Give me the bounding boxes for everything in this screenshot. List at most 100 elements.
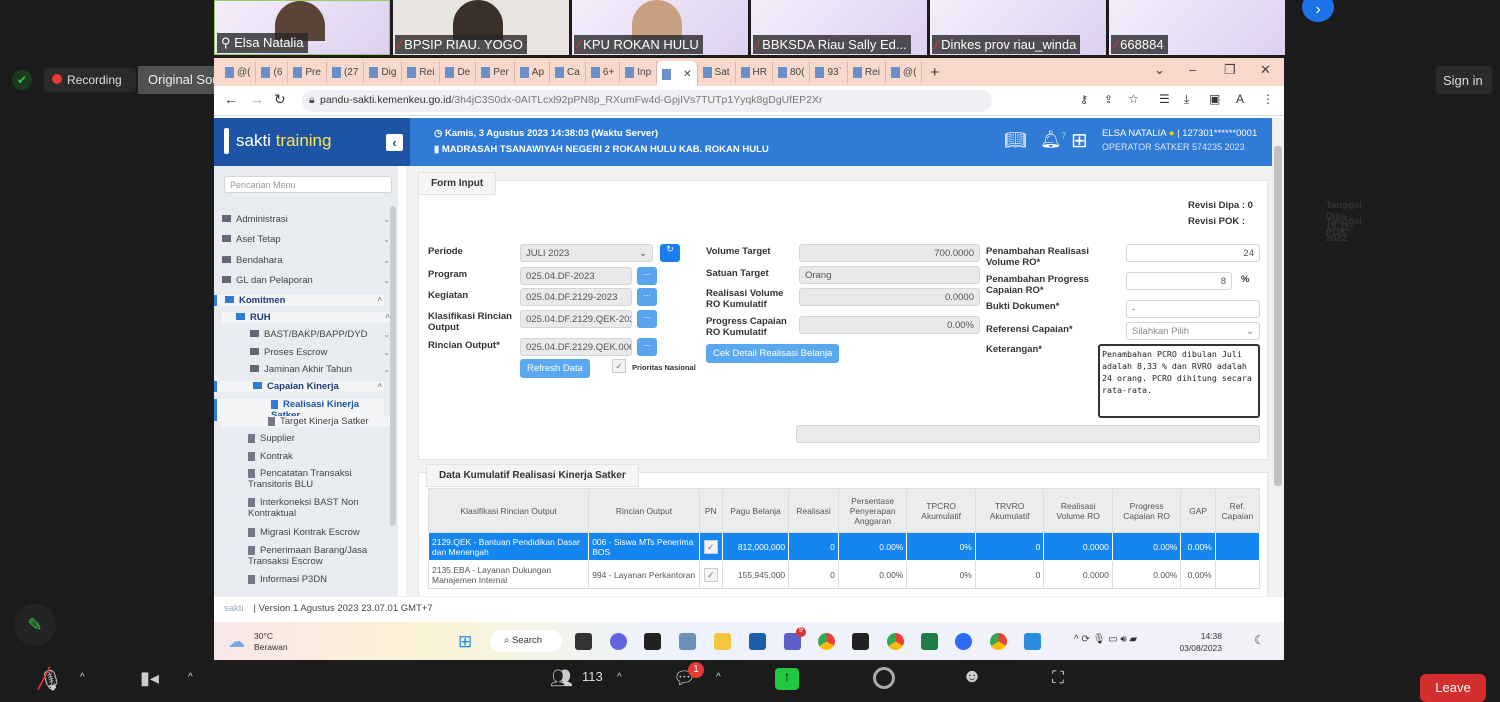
- participant-tile[interactable]: ⁄ BPSIP RIAU. YOGO: [393, 0, 569, 55]
- column-header[interactable]: Progress Capaian RO: [1111, 488, 1182, 533]
- chrome-icon[interactable]: [818, 633, 835, 650]
- back-icon[interactable]: ←: [224, 91, 238, 107]
- browser-tab[interactable]: 6+: [586, 61, 621, 83]
- user-info[interactable]: ELSA NATALIA ● | 127301******0001 OPERATO…: [1102, 128, 1257, 155]
- clock[interactable]: 14:38 03/08/2023: [1172, 630, 1222, 654]
- url-input[interactable]: 🔒︎ pandu-sakti.kemenkeu.go.id/3h4jC3S0dx-…: [302, 90, 992, 112]
- video-options-chevron-icon[interactable]: ^: [188, 672, 193, 683]
- leave-button[interactable]: Leave: [1420, 674, 1486, 702]
- column-header[interactable]: TRVRO Akumulatif: [974, 488, 1045, 533]
- program-lookup-button[interactable]: ...: [637, 267, 657, 285]
- sidebar-item[interactable]: Target Kinerja Satker: [222, 416, 392, 427]
- store-icon[interactable]: [749, 633, 766, 650]
- ro-field[interactable]: 025.04.DF.2129.QEK.006: [520, 338, 632, 356]
- tab-active[interactable]: ✕: [657, 61, 698, 87]
- prioritas-checkbox[interactable]: ✓: [612, 359, 626, 373]
- ro-lookup-button[interactable]: ...: [637, 338, 657, 356]
- column-header[interactable]: PN: [698, 488, 723, 533]
- sidebar-item[interactable]: Administrasi ⌄: [222, 214, 392, 225]
- forward-icon[interactable]: →: [250, 91, 264, 107]
- sidebar-item[interactable]: Jaminan Akhir Tahun ⌄: [222, 364, 392, 375]
- excel-icon[interactable]: [921, 633, 938, 650]
- record-icon[interactable]: [873, 667, 895, 689]
- browser-tab[interactable]: Per: [476, 61, 515, 83]
- page-scrollbar[interactable]: [1272, 118, 1284, 596]
- chat-chevron-icon[interactable]: ^: [716, 672, 721, 683]
- dropbox-icon[interactable]: [644, 633, 661, 650]
- book-icon[interactable]: 📖︎: [1004, 130, 1027, 151]
- recording-indicator[interactable]: Recording: [44, 68, 136, 92]
- browser-tab[interactable]: Dig: [364, 61, 403, 83]
- sidebar-item[interactable]: Migrasi Kontrak Escrow: [222, 527, 392, 538]
- weather-widget[interactable]: 30°C Berawan: [254, 631, 288, 653]
- browser-tab[interactable]: 93`: [810, 61, 848, 83]
- sidebar-item[interactable]: Pencatatan Transaksi Transitoris BLU: [222, 468, 392, 490]
- bell-icon[interactable]: 🔔︎7: [1040, 130, 1066, 150]
- reload-icon[interactable]: ↻: [274, 91, 286, 108]
- sidebar-item[interactable]: Bendahara ⌄: [222, 255, 392, 266]
- column-header[interactable]: Pagu Belanja: [721, 488, 790, 533]
- bukti-dokumen-input[interactable]: -: [1126, 300, 1260, 318]
- tray-overflow-icon[interactable]: ^ ⟳ 🎙︎ ▭ 🔊︎ ▰: [1074, 634, 1137, 645]
- chrome-active-icon[interactable]: [887, 633, 904, 650]
- program-field[interactable]: 025.04.DF-2023: [520, 267, 632, 285]
- kro-field[interactable]: 025.04.DF.2129.QEK-202: [520, 310, 632, 328]
- collapse-sidebar-button[interactable]: ‹: [386, 134, 403, 151]
- browser-tab[interactable]: @(: [220, 61, 257, 83]
- reactions-icon[interactable]: ☻: [962, 666, 982, 688]
- kegiatan-field[interactable]: 025.04.DF.2129-2023: [520, 288, 632, 306]
- browser-tab[interactable]: Rei: [402, 61, 441, 83]
- shield-icon[interactable]: ✔: [12, 70, 32, 90]
- mic-muted-icon[interactable]: 🎙︎ ╱: [38, 668, 63, 693]
- minimize-icon[interactable]: –: [1189, 62, 1196, 77]
- profile-icon[interactable]: A: [1236, 92, 1244, 106]
- chrome-profile-icon[interactable]: [990, 633, 1007, 650]
- participant-tile[interactable]: ⁄ Dinkes prov riau_winda: [930, 0, 1106, 55]
- participants-icon[interactable]: 👥︎: [550, 668, 573, 689]
- sidebar-item[interactable]: Informasi P3DN: [222, 574, 392, 585]
- keterangan-textarea[interactable]: Penambahan PCRO dibulan Juli adalah 8,33…: [1098, 344, 1260, 418]
- sidebar-item[interactable]: Interkoneksi BAST Non Kontraktual: [222, 497, 392, 519]
- participant-tile[interactable]: ⁄ 668884: [1109, 0, 1285, 55]
- browser-tab[interactable]: Pre: [288, 61, 327, 83]
- browser-tab[interactable]: Ap: [515, 61, 551, 83]
- pn-checkbox[interactable]: ✓: [703, 567, 718, 582]
- annotate-pencil-icon[interactable]: ✎: [14, 604, 56, 646]
- participants-count[interactable]: 113: [582, 669, 603, 684]
- teams-icon[interactable]: 9: [784, 627, 806, 650]
- participant-tile[interactable]: ⁄ KPU ROKAN HULU: [572, 0, 748, 55]
- download-icon[interactable]: ⤓: [1184, 92, 1189, 107]
- close-tab-icon[interactable]: ✕: [683, 69, 691, 80]
- column-header[interactable]: Ref. Capaian: [1214, 488, 1261, 533]
- sidebar-item[interactable]: Aset Tetap ⌄: [222, 234, 392, 245]
- periode-select[interactable]: JULI 2023 ⌄: [520, 244, 653, 262]
- refresh-data-button[interactable]: Refresh Data: [520, 359, 590, 378]
- windows-start-icon[interactable]: ⊞: [458, 632, 472, 652]
- sign-in-button[interactable]: Sign in: [1436, 66, 1492, 94]
- column-header[interactable]: TPCRO Akumulatif: [906, 488, 976, 533]
- taskbar-search[interactable]: ⌕ Search: [490, 630, 562, 652]
- next-page-button[interactable]: ›: [1302, 0, 1334, 22]
- browser-tab[interactable]: De: [440, 61, 477, 83]
- penambahan-volume-input[interactable]: 24: [1126, 244, 1260, 262]
- weather-cloud-icon[interactable]: ☁: [228, 632, 245, 652]
- reading-list-icon[interactable]: ☰: [1159, 92, 1170, 106]
- apps-grid-icon[interactable]: ⊞: [1071, 128, 1088, 153]
- key-icon[interactable]: ⚷: [1080, 93, 1088, 106]
- sidebar-item[interactable]: Komitmen ^: [214, 295, 384, 306]
- new-tab-icon[interactable]: +: [930, 64, 939, 81]
- participants-chevron-icon[interactable]: ^: [617, 672, 622, 683]
- task-view-icon[interactable]: [575, 633, 592, 650]
- share-screen-icon[interactable]: ↑: [775, 668, 799, 690]
- chat-app-icon[interactable]: [610, 633, 627, 650]
- column-header[interactable]: Klasifikasi Rincian Output: [427, 488, 590, 533]
- sidebar-item[interactable]: BAST/BAKP/BAPP/DYD ⌄: [222, 329, 392, 340]
- bookmark-star-icon[interactable]: ☆: [1128, 92, 1139, 106]
- menu-icon[interactable]: ⋮: [1262, 92, 1274, 106]
- file-explorer-icon[interactable]: [714, 633, 731, 650]
- calculator-icon[interactable]: [679, 633, 696, 650]
- column-header[interactable]: Persentase Penyerapan Anggaran: [837, 488, 908, 533]
- close-window-icon[interactable]: ✕: [1260, 62, 1271, 78]
- refresh-periode-button[interactable]: ↻: [660, 244, 680, 262]
- sidebar-scrollbar[interactable]: [390, 206, 396, 526]
